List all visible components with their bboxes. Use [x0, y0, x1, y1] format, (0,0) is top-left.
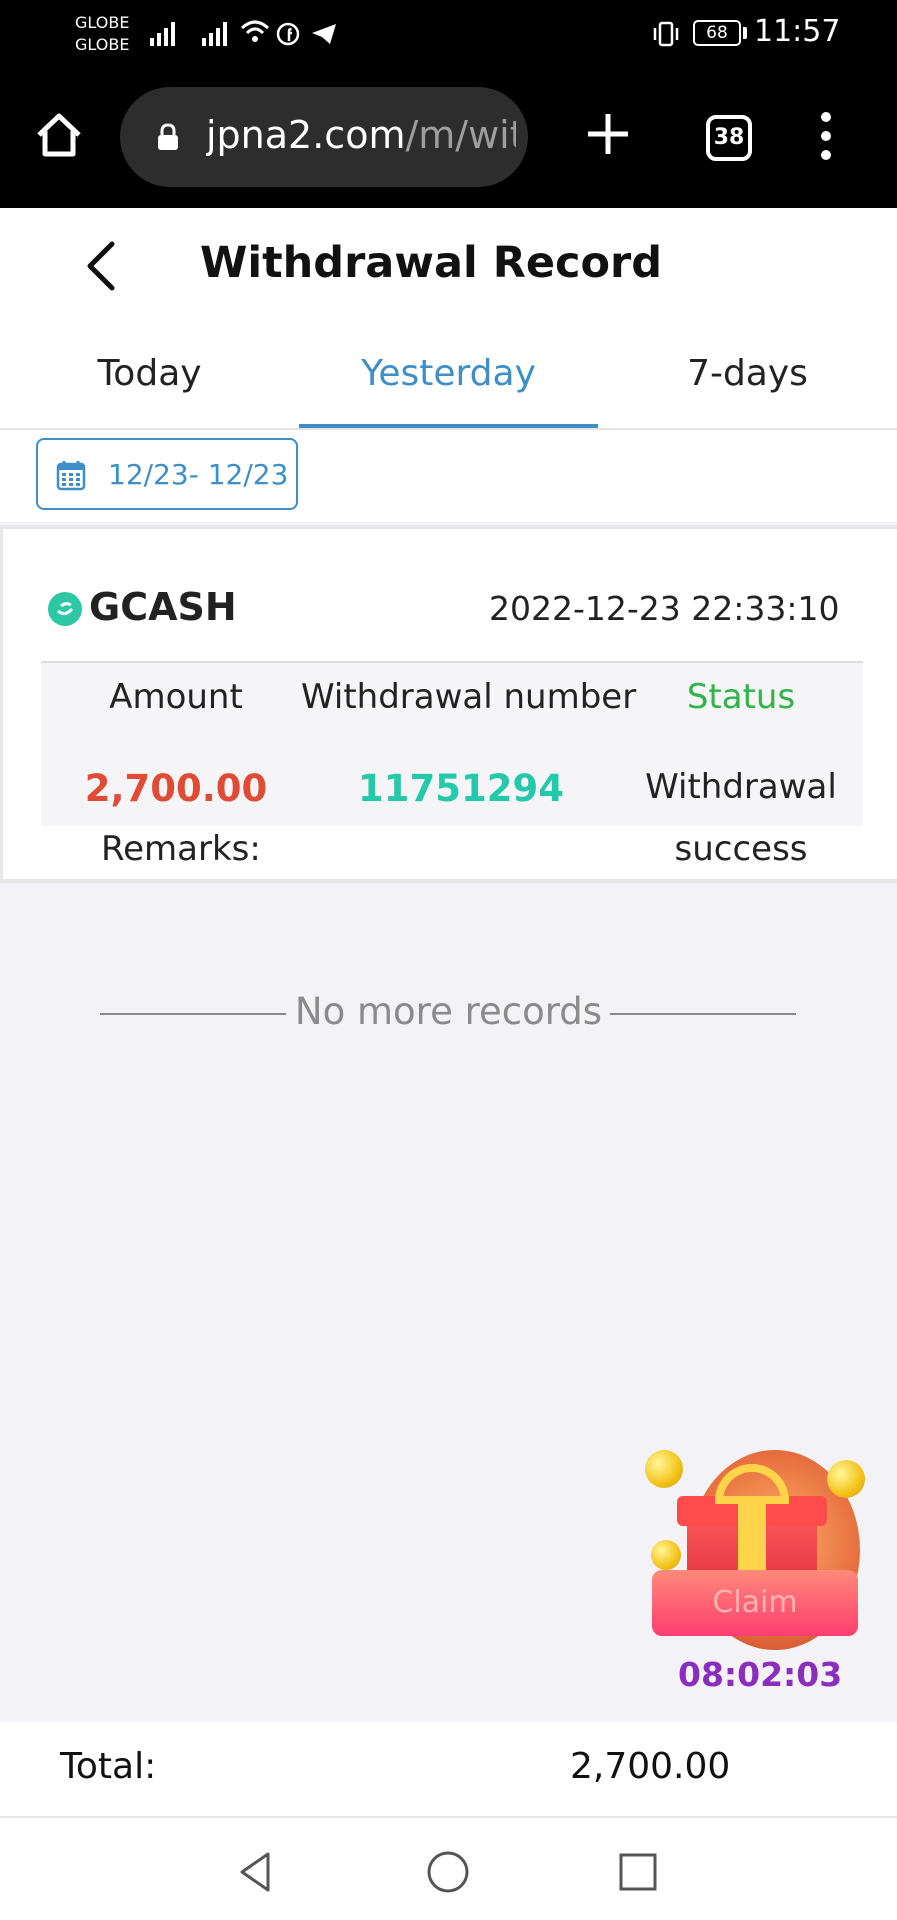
- date-tabs: Today Yesterday 7-days: [0, 323, 897, 430]
- carrier-2: GLOBE: [75, 35, 130, 54]
- nav-back-icon[interactable]: [232, 1848, 280, 1896]
- claim-button[interactable]: Claim: [652, 1570, 858, 1636]
- tab-7-days[interactable]: 7-days: [598, 353, 897, 394]
- url-bar[interactable]: jpna2.com/m/wit: [120, 87, 528, 187]
- withdrawal-number-value: 11751294: [358, 767, 564, 810]
- vibrate-icon: [653, 21, 679, 47]
- payment-method: GCASH: [89, 585, 237, 629]
- home-icon[interactable]: [34, 110, 84, 160]
- url-text: jpna2.com/m/wit: [206, 113, 516, 157]
- carrier-1: GLOBE: [75, 13, 130, 32]
- battery-icon: 68: [693, 20, 741, 46]
- withdrawal-record-card[interactable]: GCASH 2022-12-23 22:33:10 Amount Withdra…: [0, 525, 897, 883]
- new-tab-icon[interactable]: [584, 110, 632, 158]
- wifi-icon: [240, 20, 270, 42]
- lock-icon: [158, 123, 178, 150]
- record-datetime: 2022-12-23 22:33:10: [489, 589, 840, 628]
- date-range-text: 12/23- 12/23: [108, 458, 289, 491]
- signal-2-icon: [202, 20, 227, 46]
- page-header: Withdrawal Record: [0, 208, 897, 323]
- url-path: /m/wit: [405, 113, 516, 157]
- total-label: Total:: [60, 1746, 157, 1787]
- amount-value: 2,700.00: [84, 767, 268, 810]
- tab-yesterday[interactable]: Yesterday: [299, 353, 598, 394]
- calendar-icon: [56, 461, 86, 491]
- nav-recents-icon[interactable]: [614, 1848, 662, 1896]
- more-menu-icon[interactable]: [816, 112, 836, 162]
- signal-1-icon: [150, 20, 175, 46]
- battery-tip: [743, 27, 747, 39]
- tab-today[interactable]: Today: [0, 353, 299, 394]
- clock: 11:57: [754, 14, 841, 49]
- nav-home-icon[interactable]: [424, 1848, 472, 1896]
- system-status-bar: GLOBE GLOBE 68 11:57 jpna2.com/m/wit 38: [0, 0, 897, 208]
- status-value: Withdrawal: [645, 767, 837, 807]
- tab-switcher-button[interactable]: 38: [706, 115, 752, 161]
- active-tab-indicator: [299, 424, 598, 428]
- date-filter-row: 12/23- 12/23: [0, 430, 897, 522]
- gift-claim-widget[interactable]: Claim: [645, 1450, 865, 1650]
- coin-icon: [651, 1540, 681, 1570]
- date-range-picker[interactable]: 12/23- 12/23: [36, 438, 298, 510]
- carrier-labels: GLOBE GLOBE: [75, 12, 129, 56]
- telegram-icon: [312, 24, 336, 44]
- page-title: Withdrawal Record: [199, 238, 663, 288]
- coin-icon: [645, 1450, 683, 1488]
- facebook-icon: [276, 22, 300, 46]
- system-nav-bar: [0, 1816, 897, 1920]
- gcash-logo-icon: [48, 592, 82, 626]
- no-more-records: No more records: [294, 990, 603, 1033]
- url-domain: jpna2.com: [206, 113, 406, 157]
- status-value-line2: success: [674, 829, 808, 869]
- amount-header: Amount: [109, 677, 243, 717]
- claim-timer: 08:02:03: [678, 1655, 843, 1694]
- record-details: Amount Withdrawal number Status 2,700.00…: [41, 661, 863, 826]
- remarks-label: Remarks:: [101, 829, 261, 869]
- status-header: Status: [686, 677, 796, 717]
- total-value: 2,700.00: [570, 1746, 731, 1787]
- withdrawal-number-header: Withdrawal number: [301, 677, 637, 717]
- coin-icon: [827, 1460, 865, 1498]
- total-bar: Total: 2,700.00: [0, 1722, 897, 1816]
